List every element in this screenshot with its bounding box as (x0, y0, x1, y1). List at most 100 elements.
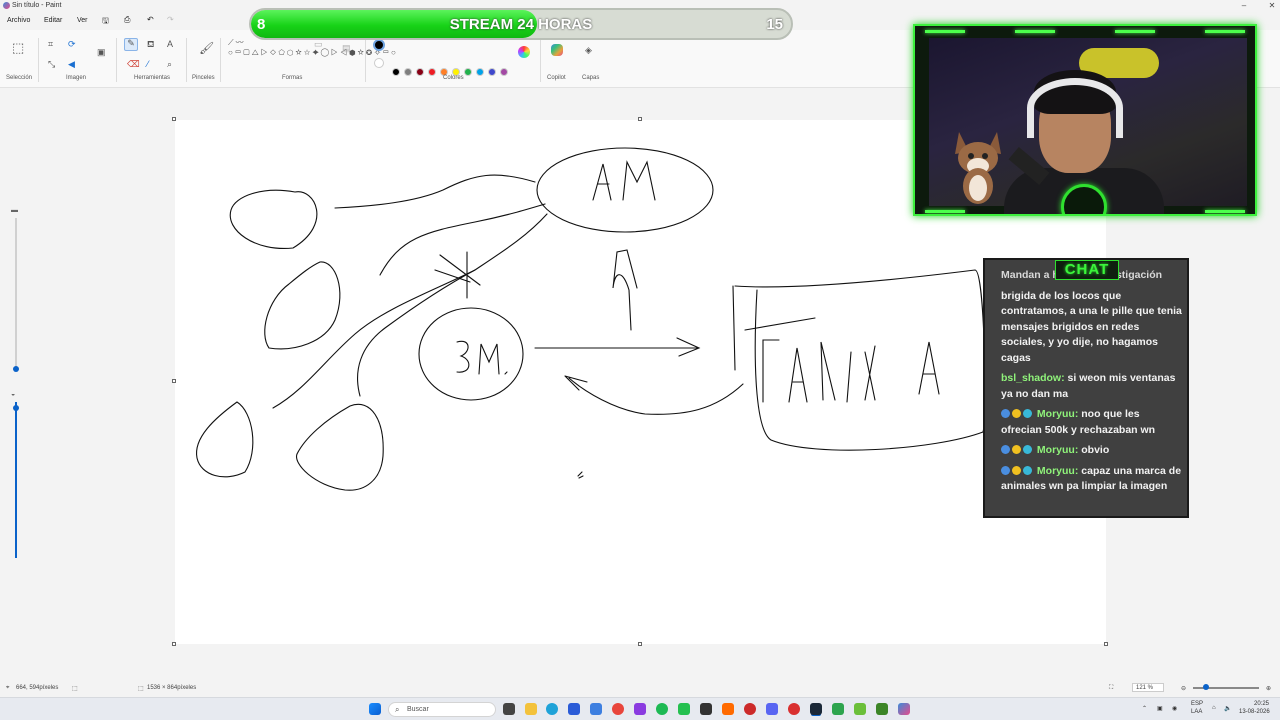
palette-swatch[interactable] (476, 68, 484, 76)
tray-app-icon[interactable]: ▣ (1157, 705, 1163, 712)
app-icon[interactable] (854, 703, 866, 715)
discord-icon[interactable] (766, 703, 778, 715)
pencil-icon[interactable]: ✎ (124, 38, 138, 51)
stream-title: STREAM 24 HORAS (449, 16, 593, 33)
group-layers-label: Capas (582, 75, 600, 81)
palette-swatch[interactable] (500, 68, 508, 76)
brush-icon[interactable]: 🖌 (199, 42, 214, 54)
paint-taskbar-icon[interactable] (898, 703, 910, 715)
divider (116, 38, 117, 82)
language-top[interactable]: ESP (1191, 701, 1203, 707)
magnifier-icon[interactable]: ⌕ (167, 60, 172, 69)
fit-view-icon[interactable]: ⛶ (1109, 685, 1113, 692)
minimize-icon[interactable]: – (1238, 1, 1250, 10)
share-icon[interactable]: ⎙ (124, 15, 130, 25)
crop-icon[interactable]: ⌗ (48, 40, 53, 49)
fill-icon[interactable]: ⛾ (147, 40, 154, 49)
app-icon[interactable] (722, 703, 734, 715)
resize-handle[interactable] (172, 642, 176, 646)
tray-app-icon[interactable]: ◉ (1172, 705, 1177, 712)
resize-handle[interactable] (1104, 642, 1108, 646)
clock-time[interactable]: 20:25 (1254, 701, 1269, 707)
selection-size-icon: ⬚ (72, 686, 78, 692)
fill-shape-icon[interactable]: ▤ (342, 44, 351, 53)
zoom-in-icon[interactable]: ⊕ (1266, 685, 1271, 692)
image-tools-icon[interactable]: ▣ (97, 48, 106, 57)
edit-colors-icon[interactable] (518, 46, 530, 58)
redo-icon[interactable]: ↷ (167, 15, 174, 24)
color-1-swatch[interactable] (373, 39, 385, 51)
resize-handle[interactable] (172, 117, 176, 121)
file-explorer-icon[interactable] (525, 703, 537, 715)
zoom-out-icon[interactable]: ⊖ (1181, 685, 1186, 692)
divider (365, 38, 366, 82)
zoom-level-select[interactable]: 121 % (1132, 683, 1165, 692)
palette-swatch[interactable] (488, 68, 496, 76)
store-icon[interactable] (568, 703, 580, 715)
layers-icon[interactable]: ◈ (585, 46, 592, 55)
palette-swatch[interactable] (428, 68, 436, 76)
undo-icon[interactable]: ↶ (147, 15, 154, 24)
steam-icon[interactable] (810, 703, 822, 715)
obs-icon[interactable] (700, 703, 712, 715)
palette-swatch[interactable] (404, 68, 412, 76)
search-box[interactable]: ⌕ Buscar (388, 702, 496, 717)
outline-icon[interactable]: ▭ (314, 40, 323, 49)
chat-header: CHAT (1055, 260, 1119, 280)
resize-handle[interactable] (638, 642, 642, 646)
save-icon[interactable]: 🖫 (102, 15, 109, 29)
app-icon[interactable] (788, 703, 800, 715)
sketch-line (357, 269, 476, 397)
chat-overlay: Mandan a hacer la investigación brigida … (983, 258, 1189, 518)
frame-light (925, 210, 965, 213)
app-icon[interactable] (832, 703, 844, 715)
minecraft-icon[interactable] (876, 703, 888, 715)
sketch-box-falha (734, 269, 986, 451)
palette-swatch[interactable] (464, 68, 472, 76)
rotate-icon[interactable]: ⟳ (68, 40, 76, 49)
group-brushes-label: Pinceles (192, 75, 215, 81)
selection-icon[interactable]: ⬚ (12, 41, 24, 54)
resize-handle[interactable] (172, 379, 176, 383)
clock-date[interactable]: 13-08-2026 (1239, 709, 1270, 715)
chat-username: Moryuu: (1036, 464, 1079, 477)
color-picker-icon[interactable]: ⁄ (147, 60, 149, 69)
task-view-icon[interactable] (503, 703, 515, 715)
zoom-slider-knob[interactable] (1203, 684, 1209, 690)
color-2-swatch[interactable] (374, 58, 384, 68)
spotify-icon[interactable] (656, 703, 668, 715)
tray-chevron-icon[interactable]: ⌃ (1142, 705, 1147, 712)
network-icon[interactable]: ⌂ (1212, 705, 1216, 711)
menu-edit[interactable]: Editar (44, 17, 62, 24)
mail-icon[interactable] (590, 703, 602, 715)
palette-swatch[interactable] (416, 68, 424, 76)
brave-icon[interactable] (612, 703, 624, 715)
twitch-icon[interactable] (634, 703, 646, 715)
size-slider-knob[interactable] (13, 366, 19, 372)
sword-badge-icon (1001, 465, 1010, 475)
text-icon[interactable]: A (167, 40, 173, 49)
sketch-ellipse-am (536, 147, 714, 233)
close-icon[interactable]: ✕ (1266, 1, 1278, 10)
resize-handle[interactable] (638, 117, 642, 121)
volume-icon[interactable]: 🔈 (1224, 705, 1231, 712)
opacity-slider-knob[interactable] (13, 405, 19, 411)
palette-swatch[interactable] (392, 68, 400, 76)
menu-view[interactable]: Ver (77, 17, 88, 24)
sketch-oval (264, 261, 341, 350)
whatsapp-icon[interactable] (678, 703, 690, 715)
app-icon[interactable] (744, 703, 756, 715)
opacity-slider-track[interactable] (15, 402, 17, 558)
resize-icon[interactable]: ⤡ (48, 60, 55, 69)
copilot-icon[interactable] (551, 44, 563, 56)
eraser-icon[interactable]: ⌫ (127, 60, 140, 69)
menu-file[interactable]: Archivo (7, 17, 30, 24)
group-copilot-label: Copilot (547, 75, 566, 81)
edge-icon[interactable] (546, 703, 558, 715)
start-icon[interactable] (369, 703, 381, 715)
language-bottom[interactable]: LAA (1191, 709, 1202, 715)
sketch-arrow-curve (564, 375, 744, 415)
flip-icon[interactable]: ◀ (68, 60, 75, 69)
shapes-gallery[interactable]: ⟋〰○▭▢△▷◇⬠⬡☆✩✦◯▷◁⬢☆✪✧▭○ (228, 38, 396, 58)
size-slider-track[interactable] (15, 218, 17, 368)
